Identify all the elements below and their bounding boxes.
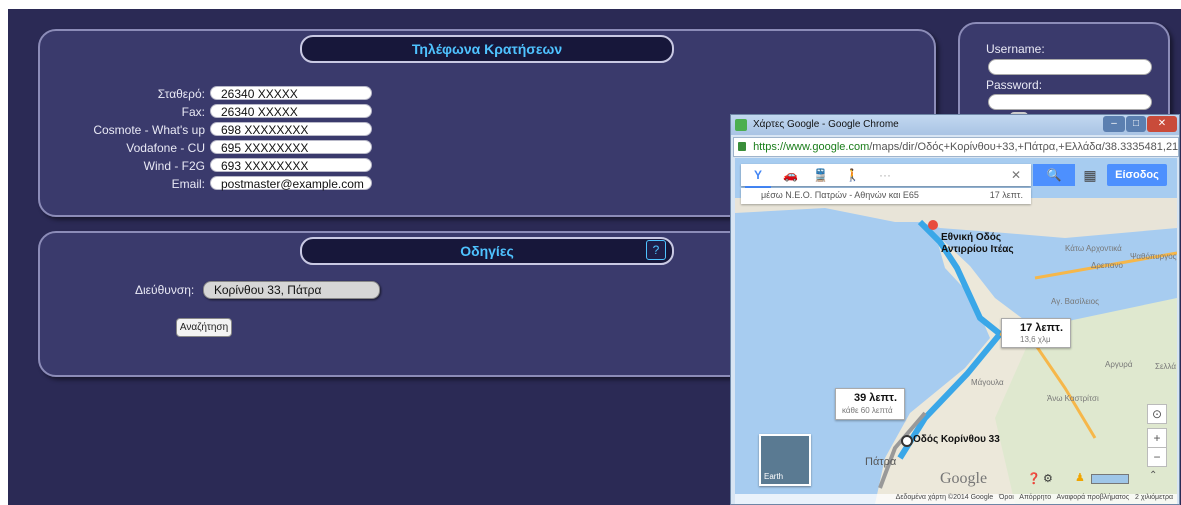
phone-label: Vodafone - CU [126, 141, 205, 155]
city-label: Πάτρα [865, 456, 897, 468]
place-label: Αγ. Βασίλειος [1051, 297, 1099, 306]
transit-icon[interactable]: 🚆 [813, 164, 828, 186]
minimize-button[interactable]: – [1103, 116, 1125, 132]
car-route-time: 17 λεπτ. [1020, 322, 1064, 334]
destination-marker-icon[interactable] [928, 220, 938, 230]
walk-icon[interactable]: 🚶 [845, 164, 860, 186]
username-label: Username: [986, 42, 1045, 56]
apps-grid-icon[interactable]: ▦ [1081, 166, 1099, 184]
search-map-button[interactable]: 🔍 [1033, 164, 1075, 186]
map-footer-text: Δεδομένα χάρτη ©2014 Google Όροι Απόρρητ… [895, 494, 1173, 501]
earth-label: Earth [764, 472, 784, 481]
transit-route-callout[interactable]: 39 λεπτ. κάθε 60 λεπτά [835, 388, 905, 420]
car-icon[interactable]: 🚗 [783, 164, 798, 186]
place-label: Άνω Καστρίτσι [1047, 394, 1099, 403]
phone-value[interactable]: 26340 XXXXX [210, 104, 372, 119]
phone-value[interactable]: 698 XXXXXXXX [210, 122, 372, 137]
url-host: https://www.google.com [753, 141, 870, 153]
transit-route-time: 39 λεπτ. [854, 392, 898, 404]
destination-label-1: Εθνική Οδός [941, 232, 1002, 243]
route-summary-text: μέσω Ν.Ε.Ο. Πατρών - Αθηνών και Ε65 [761, 190, 919, 200]
origin-marker-icon[interactable] [901, 435, 913, 447]
phone-label: Σταθερό: [157, 87, 205, 101]
password-label: Password: [986, 78, 1043, 92]
layers-icon[interactable] [1091, 474, 1129, 484]
place-label: Δρεπανο [1091, 261, 1123, 270]
phones-panel-title: Τηλέφωνα Κρατήσεων [300, 35, 674, 63]
origin-label: Οδός Κορίνθου 33 [913, 434, 1000, 445]
signin-button[interactable]: Είσοδος [1107, 164, 1167, 186]
route-summary-time: 17 λεπτ. [989, 190, 1023, 200]
car-route-distance: 13,6 χλμ [1020, 335, 1051, 344]
help-button[interactable]: ? [646, 240, 666, 260]
place-label: Αργυρά [1105, 360, 1133, 369]
google-logo: Google [940, 470, 988, 487]
chrome-titlebar: Χάρτες Google - Google Chrome – □ ✕ [731, 115, 1179, 135]
pegman-icon[interactable]: ♟ [1075, 471, 1085, 484]
zoom-in-button[interactable]: + [1147, 428, 1167, 448]
locate-button[interactable]: ⊙ [1147, 404, 1167, 424]
phone-label: Fax: [181, 105, 205, 119]
map-footer: Δεδομένα χάρτη ©2014 Google Όροι Απόρρητ… [735, 494, 1177, 504]
phone-value[interactable]: 695 XXXXXXXX [210, 140, 372, 155]
phone-value[interactable]: 693 XXXXXXXX [210, 158, 372, 173]
close-directions-icon[interactable]: ✕ [1011, 164, 1021, 186]
route-summary-row[interactable]: μέσω Ν.Ε.Ο. Πατρών - Αθηνών και Ε65 17 λ… [741, 188, 1031, 204]
place-label: Μάγουλα [971, 378, 1004, 387]
phone-row-landline: Σταθερό: 26340 XXXXX [40, 86, 934, 102]
maximize-button[interactable]: □ [1126, 116, 1146, 132]
directions-mode-icon[interactable]: Y [745, 164, 771, 188]
place-label: Σελλά [1155, 362, 1177, 371]
expand-icon[interactable]: ⌃ [1149, 470, 1157, 481]
chrome-window-title: Χάρτες Google - Google Chrome [753, 119, 899, 130]
google-map[interactable]: Y 🚗 🚆 🚶 ··· ✕ 🔍 ▦ Είσοδος μέσω Ν.Ε.Ο. Πα… [735, 158, 1177, 504]
search-button[interactable]: Αναζήτηση [176, 318, 232, 337]
place-label: Ψαθόπυργος [1130, 252, 1177, 261]
chrome-window: Χάρτες Google - Google Chrome – □ ✕ http… [730, 114, 1180, 505]
address-bar[interactable]: https://www.google.com/maps/dir/Οδός+Κορ… [733, 137, 1179, 157]
place-label: Κάτω Αρχοντικά [1065, 244, 1122, 253]
username-input[interactable] [988, 59, 1152, 75]
directions-bar: Y 🚗 🚆 🚶 ··· ✕ [741, 164, 1031, 188]
transit-route-frequency: κάθε 60 λεπτά [842, 406, 893, 415]
address-label: Διεύθυνση: [135, 283, 195, 297]
destination-label-2: Αντιρρίου Ιτέας [941, 244, 1014, 255]
chrome-app-icon [735, 119, 747, 131]
phone-label: Email: [171, 177, 205, 191]
password-input[interactable] [988, 94, 1152, 110]
address-input[interactable]: Κορίνθου 33, Πάτρα [203, 281, 380, 299]
url-path: /maps/dir/Οδός+Κορίνθου+33,+Πάτρα,+Ελλάδ… [869, 141, 1179, 153]
more-icon[interactable]: ··· [879, 164, 891, 186]
close-button[interactable]: ✕ [1147, 116, 1177, 132]
lock-icon [738, 142, 746, 151]
car-route-callout[interactable]: 17 λεπτ. 13,6 χλμ [1001, 318, 1071, 348]
zoom-out-button[interactable]: − [1147, 447, 1167, 467]
phone-value[interactable]: 26340 XXXXX [210, 86, 372, 101]
help-icon[interactable]: ❓ [1027, 472, 1041, 485]
phone-label: Cosmote - What's up [93, 123, 205, 137]
earth-toggle[interactable]: Earth [759, 434, 811, 486]
email-value[interactable]: postmaster@example.com [210, 176, 372, 191]
phone-label: Wind - F2G [143, 159, 205, 173]
directions-panel-title: Οδηγίες [300, 237, 674, 265]
settings-icon[interactable]: ⚙ [1043, 472, 1053, 485]
